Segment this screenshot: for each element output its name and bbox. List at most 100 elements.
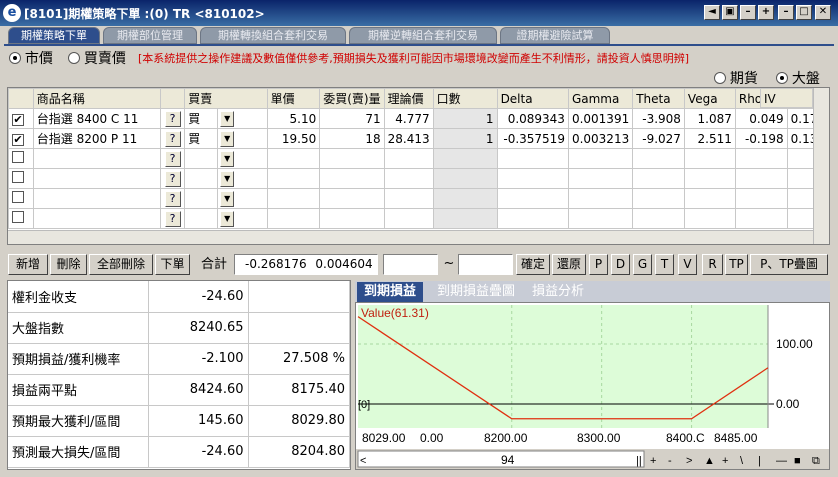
bid-ask-price-label: 買賣價 (83, 51, 126, 67)
price-cell[interactable] (266, 168, 321, 189)
price-cell[interactable]: 19.50 (266, 128, 321, 149)
delete-all-button[interactable]: 全部刪除 (89, 254, 153, 275)
header-theoretical-price: 理論價 (383, 88, 434, 109)
header-check (8, 88, 34, 109)
tab-position-management[interactable]: 期權部位管理 (103, 27, 197, 44)
lots-cell[interactable]: 1 (432, 128, 498, 149)
confirm-button[interactable]: 確定 (516, 254, 550, 275)
lots-cell[interactable]: 1 (432, 108, 498, 129)
summary-value-2 (248, 281, 350, 313)
lots-cell[interactable] (432, 168, 498, 189)
theo-cell[interactable] (383, 208, 434, 229)
grid-vertical-scrollbar[interactable] (813, 88, 829, 244)
maximize-button[interactable]: □ (796, 5, 812, 20)
lots-cell[interactable] (432, 148, 498, 169)
index-radio[interactable]: 大盤 (776, 68, 820, 88)
side-cell[interactable] (184, 208, 219, 229)
greek-t-button[interactable]: T (655, 254, 674, 275)
shrink-button[interactable]: – (740, 5, 756, 20)
qty-cell[interactable]: 18 (319, 128, 385, 149)
greek-tp-button[interactable]: TP (725, 254, 748, 275)
row-checkbox[interactable] (12, 151, 24, 163)
product-name-cell[interactable] (32, 188, 161, 209)
tab-pnl-analysis[interactable]: 損益分析 (525, 282, 591, 302)
delete-button[interactable]: 刪除 (50, 254, 87, 275)
row-checkbox[interactable]: ✔ (12, 133, 24, 146)
side-cell[interactable]: 買 (184, 108, 219, 129)
lots-cell[interactable] (432, 188, 498, 209)
tab-conversion-arbitrage[interactable]: 期權轉換組合套利交易 (200, 27, 346, 44)
back-button[interactable]: ◄ (704, 5, 720, 20)
tab-expiry-pnl[interactable]: 到期損益 (357, 282, 423, 302)
price-cell[interactable] (266, 188, 321, 209)
qty-cell[interactable] (319, 208, 385, 229)
price-cell[interactable] (266, 208, 321, 229)
theo-cell[interactable] (383, 188, 434, 209)
futures-radio[interactable]: 期貨 (714, 68, 758, 88)
tab-hedge-calculator[interactable]: 證期權避險試算 (500, 27, 610, 44)
expand-button[interactable]: + (758, 5, 774, 20)
side-dropdown-button[interactable]: ▼ (220, 130, 235, 147)
product-lookup-button[interactable]: ? (164, 130, 181, 147)
product-name-cell[interactable]: 台指選 8200 P 11 (32, 128, 161, 149)
greek-v-button[interactable]: V (678, 254, 697, 275)
product-lookup-button[interactable]: ? (164, 170, 181, 187)
greek-r-button[interactable]: R (702, 254, 723, 275)
greek-d-button[interactable]: D (611, 254, 630, 275)
product-name-cell[interactable] (32, 208, 161, 229)
close-button[interactable]: ✕ (815, 5, 831, 20)
tab-reversal-arbitrage[interactable]: 期權逆轉組合套利交易 (349, 27, 497, 44)
theo-cell[interactable]: 28.413 (383, 128, 434, 149)
row-checkbox[interactable] (12, 211, 24, 223)
tab-expiry-pnl-overlay[interactable]: 到期損益疊圖 (427, 282, 525, 302)
lots-cell[interactable] (432, 208, 498, 229)
theo-cell[interactable]: 4.777 (383, 108, 434, 129)
product-name-cell[interactable] (32, 148, 161, 169)
price-cell[interactable] (266, 148, 321, 169)
place-order-button[interactable]: 下單 (155, 254, 190, 275)
market-price-radio[interactable]: 市價 (9, 48, 53, 68)
side-cell[interactable] (184, 188, 219, 209)
row-checkbox[interactable] (12, 191, 24, 203)
tab-strategy-order[interactable]: 期權策略下單 (8, 27, 100, 44)
product-name-cell[interactable]: 台指選 8400 C 11 (32, 108, 161, 129)
range-to-input[interactable] (458, 254, 513, 275)
side-cell[interactable] (184, 168, 219, 189)
theo-cell[interactable] (383, 168, 434, 189)
summary-value-1: -2.100 (148, 343, 249, 375)
side-dropdown-button[interactable]: ▼ (220, 150, 235, 167)
product-lookup-button[interactable]: ? (164, 110, 181, 127)
side-cell[interactable]: 買 (184, 128, 219, 149)
product-name-cell[interactable] (32, 168, 161, 189)
delta-cell (496, 208, 569, 229)
side-cell[interactable] (184, 148, 219, 169)
product-lookup-button[interactable]: ? (164, 210, 181, 227)
add-button[interactable]: 新增 (8, 254, 48, 275)
greek-g-button[interactable]: G (633, 254, 652, 275)
qty-cell[interactable] (319, 188, 385, 209)
minimize-button[interactable]: – (778, 5, 794, 20)
product-lookup-button[interactable]: ? (164, 190, 181, 207)
product-lookup-button[interactable]: ? (164, 150, 181, 167)
side-dropdown-button[interactable]: ▼ (220, 170, 235, 187)
side-dropdown-button[interactable]: ▼ (220, 110, 235, 127)
side-dropdown-button[interactable]: ▼ (220, 210, 235, 227)
overlay-button[interactable]: P、TP疊圖 (750, 254, 828, 275)
row-checkbox[interactable]: ✔ (12, 113, 24, 126)
market-price-label: 市價 (24, 51, 53, 67)
layout-button[interactable]: ▣ (722, 5, 738, 20)
theo-cell[interactable] (383, 148, 434, 169)
bid-ask-price-radio[interactable]: 買賣價 (68, 48, 126, 68)
summary-label: 預測最大損失/區間 (8, 436, 149, 468)
price-cell[interactable]: 5.10 (266, 108, 321, 129)
reset-button[interactable]: 還原 (552, 254, 586, 275)
range-from-input[interactable] (383, 254, 438, 275)
greek-p-button[interactable]: P (589, 254, 608, 275)
side-dropdown-button[interactable]: ▼ (220, 190, 235, 207)
grid-horizontal-scrollbar[interactable] (8, 230, 813, 244)
qty-cell[interactable] (319, 148, 385, 169)
row-checkbox[interactable] (12, 171, 24, 183)
qty-cell[interactable] (319, 168, 385, 189)
qty-cell[interactable]: 71 (319, 108, 385, 129)
chart-tool-glyph: ⧉ (812, 455, 820, 467)
